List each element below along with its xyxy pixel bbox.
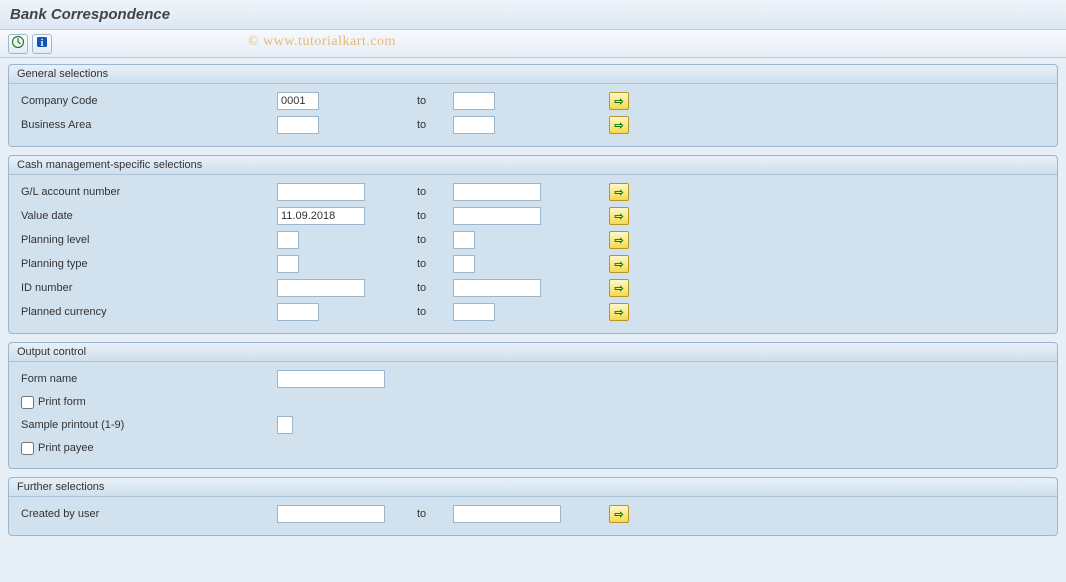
multi-select-created-by[interactable]: ⇨ (609, 505, 629, 523)
multi-select-business-area[interactable]: ⇨ (609, 116, 629, 134)
label-sample-printout: Sample printout (1-9) (17, 419, 277, 431)
input-id-number-to[interactable] (453, 279, 541, 297)
label-value-date: Value date (17, 210, 277, 222)
execute-clock-icon (11, 35, 25, 52)
checkbox-print-form[interactable] (21, 396, 34, 409)
label-to: to (417, 282, 453, 294)
label-to: to (417, 186, 453, 198)
label-business-area: Business Area (17, 119, 277, 131)
label-company-code: Company Code (17, 95, 277, 107)
multi-select-planning-type[interactable]: ⇨ (609, 255, 629, 273)
label-planned-currency: Planned currency (17, 306, 277, 318)
input-created-by-to[interactable] (453, 505, 561, 523)
arrow-right-icon: ⇨ (614, 258, 623, 271)
arrow-right-icon: ⇨ (614, 306, 623, 319)
multi-select-company-code[interactable]: ⇨ (609, 92, 629, 110)
group-general-selections: General selections Company Code to ⇨ Bus… (8, 64, 1058, 147)
label-to: to (417, 258, 453, 270)
label-to: to (417, 306, 453, 318)
arrow-right-icon: ⇨ (614, 282, 623, 295)
arrow-right-icon: ⇨ (614, 186, 623, 199)
info-icon: i (35, 35, 49, 52)
input-form-name[interactable] (277, 370, 385, 388)
group-header-output: Output control (9, 343, 1057, 362)
input-business-area-to[interactable] (453, 116, 495, 134)
input-planned-currency-to[interactable] (453, 303, 495, 321)
group-cash-mgmt: Cash management-specific selections G/L … (8, 155, 1058, 334)
label-gl-account: G/L account number (17, 186, 277, 198)
page-title: Bank Correspondence (0, 0, 1066, 30)
label-form-name: Form name (17, 373, 277, 385)
input-business-area-from[interactable] (277, 116, 319, 134)
checkbox-print-form-label[interactable]: Print form (17, 396, 86, 409)
label-to: to (417, 210, 453, 222)
label-print-form: Print form (38, 396, 86, 408)
input-created-by-from[interactable] (277, 505, 385, 523)
input-company-code-to[interactable] (453, 92, 495, 110)
arrow-right-icon: ⇨ (614, 508, 623, 521)
multi-select-planned-currency[interactable]: ⇨ (609, 303, 629, 321)
group-further-selections: Further selections Created by user to ⇨ (8, 477, 1058, 536)
group-header-cash: Cash management-specific selections (9, 156, 1057, 175)
main-area: General selections Company Code to ⇨ Bus… (0, 58, 1066, 582)
arrow-right-icon: ⇨ (614, 210, 623, 223)
multi-select-id-number[interactable]: ⇨ (609, 279, 629, 297)
toolbar: i (0, 30, 1066, 58)
input-planning-level-from[interactable] (277, 231, 299, 249)
checkbox-print-payee-label[interactable]: Print payee (17, 442, 94, 455)
input-value-date-from[interactable] (277, 207, 365, 225)
input-planning-type-from[interactable] (277, 255, 299, 273)
input-id-number-from[interactable] (277, 279, 365, 297)
input-planning-level-to[interactable] (453, 231, 475, 249)
input-planned-currency-from[interactable] (277, 303, 319, 321)
arrow-right-icon: ⇨ (614, 95, 623, 108)
multi-select-gl-account[interactable]: ⇨ (609, 183, 629, 201)
input-gl-account-from[interactable] (277, 183, 365, 201)
label-created-by: Created by user (17, 508, 277, 520)
execute-button[interactable] (8, 34, 28, 54)
input-company-code-from[interactable] (277, 92, 319, 110)
label-planning-level: Planning level (17, 234, 277, 246)
multi-select-planning-level[interactable]: ⇨ (609, 231, 629, 249)
group-header-further: Further selections (9, 478, 1057, 497)
input-value-date-to[interactable] (453, 207, 541, 225)
label-to: to (417, 119, 453, 131)
group-output-control: Output control Form name Print form Samp… (8, 342, 1058, 469)
input-planning-type-to[interactable] (453, 255, 475, 273)
info-button[interactable]: i (32, 34, 52, 54)
arrow-right-icon: ⇨ (614, 119, 623, 132)
label-to: to (417, 508, 453, 520)
checkbox-print-payee[interactable] (21, 442, 34, 455)
label-to: to (417, 234, 453, 246)
group-header-general: General selections (9, 65, 1057, 84)
multi-select-value-date[interactable]: ⇨ (609, 207, 629, 225)
input-sample-printout[interactable] (277, 416, 293, 434)
label-to: to (417, 95, 453, 107)
label-id-number: ID number (17, 282, 277, 294)
arrow-right-icon: ⇨ (614, 234, 623, 247)
input-gl-account-to[interactable] (453, 183, 541, 201)
svg-text:i: i (41, 38, 44, 49)
label-planning-type: Planning type (17, 258, 277, 270)
label-print-payee: Print payee (38, 442, 94, 454)
